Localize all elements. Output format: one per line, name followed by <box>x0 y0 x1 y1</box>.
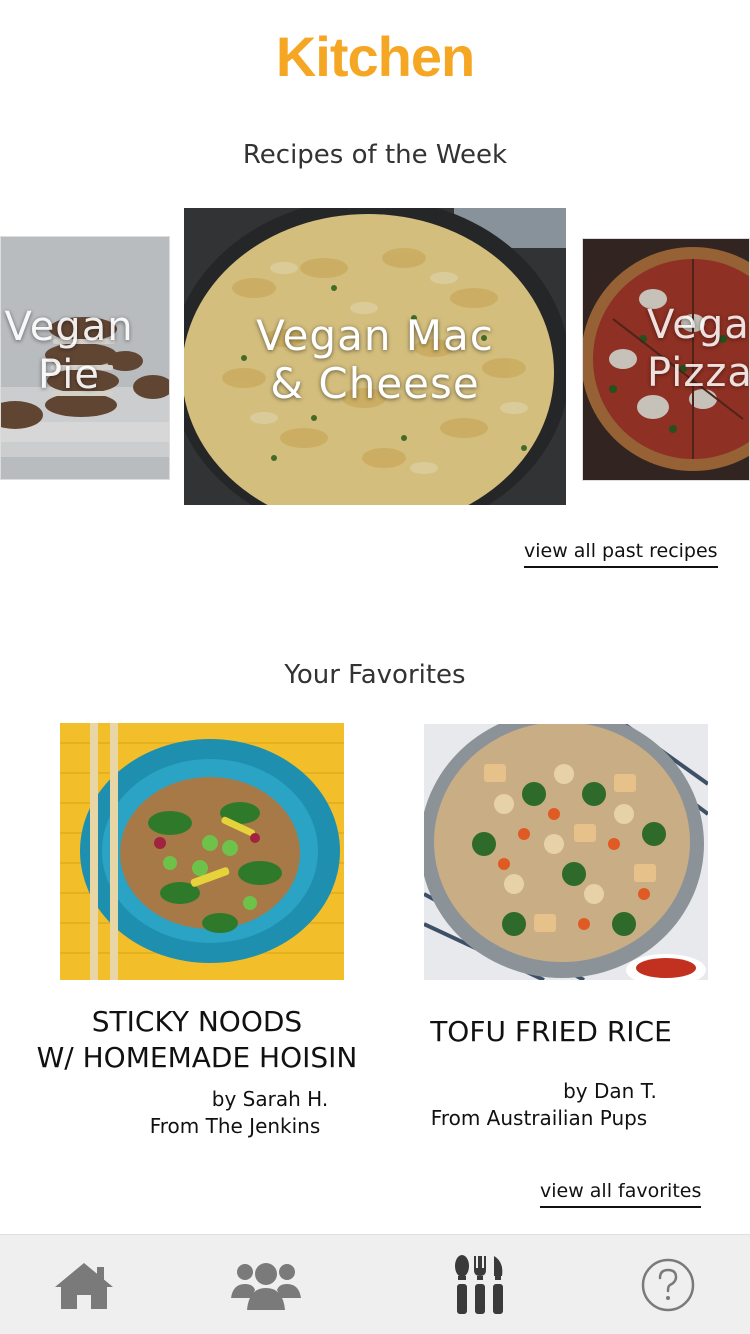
favorite-author: by Dan T. <box>563 1079 657 1103</box>
favorite-author: by Sarah H. <box>211 1087 329 1111</box>
favorite-source: From Austrailian Pups <box>430 1106 648 1130</box>
recipes-of-week-heading: Recipes of the Week <box>242 140 508 170</box>
tofu-fried-rice-image[interactable] <box>424 724 708 980</box>
vegan-mac-cheese-label: Vegan Mac & Cheese <box>256 311 494 408</box>
recipe-card-vegan-pizza[interactable]: Vegan Pizza <box>582 238 750 481</box>
tab-home[interactable] <box>44 1253 124 1317</box>
sticky-noods-image[interactable] <box>60 723 344 980</box>
favorite-title-tofu-fried-rice[interactable]: TOFU FRIED RICE <box>410 1014 692 1050</box>
vegan-pie-label: Vegan Pie <box>4 304 134 398</box>
utensils-icon <box>455 1255 503 1314</box>
tab-recipes[interactable] <box>440 1253 520 1317</box>
help-icon <box>641 1258 695 1312</box>
recipe-card-vegan-pie[interactable]: Vegan Pie <box>0 236 170 480</box>
favorites-heading: Your Favorites <box>284 660 466 690</box>
app-title: Kitchen <box>275 25 475 88</box>
favorite-source: From The Jenkins <box>149 1114 321 1138</box>
tab-bar <box>0 1234 750 1334</box>
recipe-card-vegan-mac-cheese[interactable]: Vegan Mac & Cheese <box>184 208 566 505</box>
community-icon <box>231 1263 301 1310</box>
view-all-past-recipes-link[interactable]: view all past recipes <box>524 540 718 568</box>
tab-help[interactable] <box>628 1253 708 1317</box>
view-all-favorites-link[interactable]: view all favorites <box>540 1180 702 1208</box>
tab-community[interactable] <box>226 1253 306 1317</box>
home-icon <box>55 1263 113 1309</box>
vegan-pizza-label: Vegan Pizza <box>647 302 750 396</box>
favorite-title-sticky-noods[interactable]: STICKY NOODS W/ HOMEMADE HOISIN <box>0 1004 394 1076</box>
